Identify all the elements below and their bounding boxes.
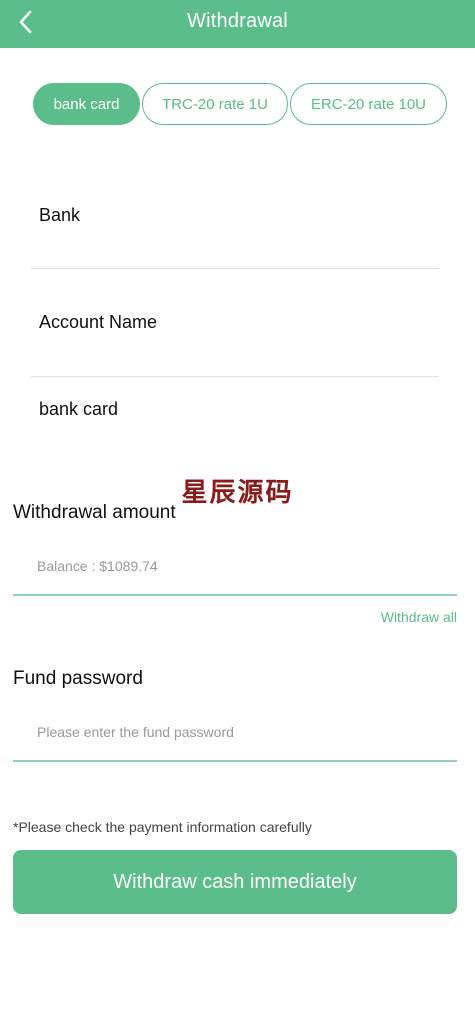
tab-trc20[interactable]: TRC-20 rate 1U [142,83,288,125]
fund-password-label: Fund password [13,668,143,689]
bank-label: Bank [39,205,81,225]
password-underline [13,760,457,762]
account-name-row[interactable]: Account Name [31,312,439,342]
divider [31,376,439,377]
bank-card-row[interactable]: bank card [31,399,439,429]
tab-erc20[interactable]: ERC-20 rate 10U [290,83,447,125]
notice-text: *Please check the payment information ca… [13,819,312,835]
header-bar: Withdrawal [0,0,475,48]
withdrawal-amount-input[interactable] [37,552,447,580]
withdraw-all-link[interactable]: Withdraw all [381,609,457,625]
page-title: Withdrawal [187,10,288,32]
divider [31,268,439,269]
payment-method-tabs: bank card TRC-20 rate 1U ERC-20 rate 10U [33,83,447,125]
fund-password-input[interactable] [37,718,447,746]
account-name-label: Account Name [39,312,158,332]
withdrawal-amount-label: Withdrawal amount [13,502,176,523]
bank-row[interactable]: Bank [31,205,439,235]
withdraw-submit-button[interactable]: Withdraw cash immediately [13,850,457,914]
amount-underline [13,594,457,596]
bank-card-label: bank card [39,399,119,419]
tab-bank-card[interactable]: bank card [33,83,140,125]
